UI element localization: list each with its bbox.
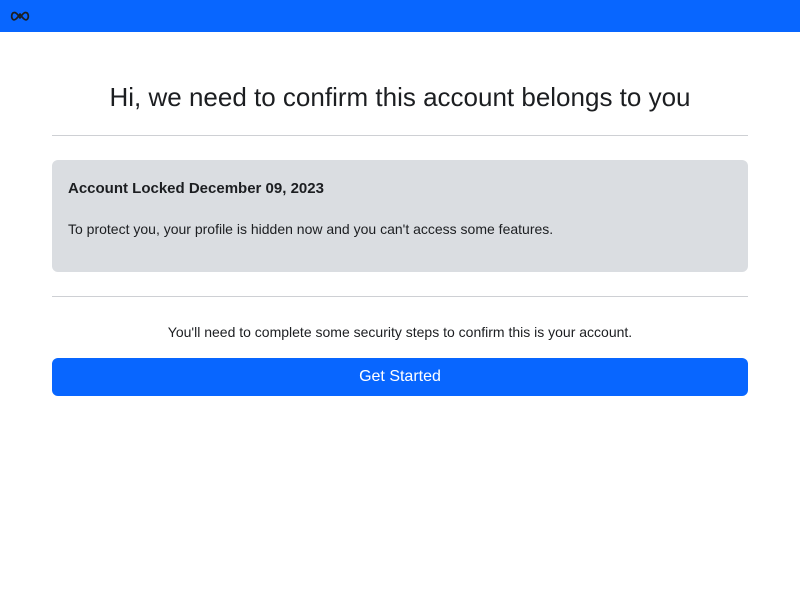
notice-title: Account Locked December 09, 2023	[68, 180, 324, 197]
get-started-button[interactable]: Get Started	[52, 358, 748, 396]
divider-bottom	[52, 296, 748, 297]
page-title: Hi, we need to confirm this account belo…	[109, 82, 691, 112]
top-bar	[0, 0, 800, 32]
meta-logo-icon[interactable]	[10, 9, 30, 23]
account-locked-notice: Account Locked December 09, 2023 To prot…	[52, 160, 748, 272]
divider-top	[52, 135, 748, 136]
security-steps-instruction: You'll need to complete some security st…	[167, 324, 633, 340]
main-content: Hi, we need to confirm this account belo…	[52, 32, 748, 396]
notice-body: To protect you, your profile is hidden n…	[68, 221, 554, 237]
